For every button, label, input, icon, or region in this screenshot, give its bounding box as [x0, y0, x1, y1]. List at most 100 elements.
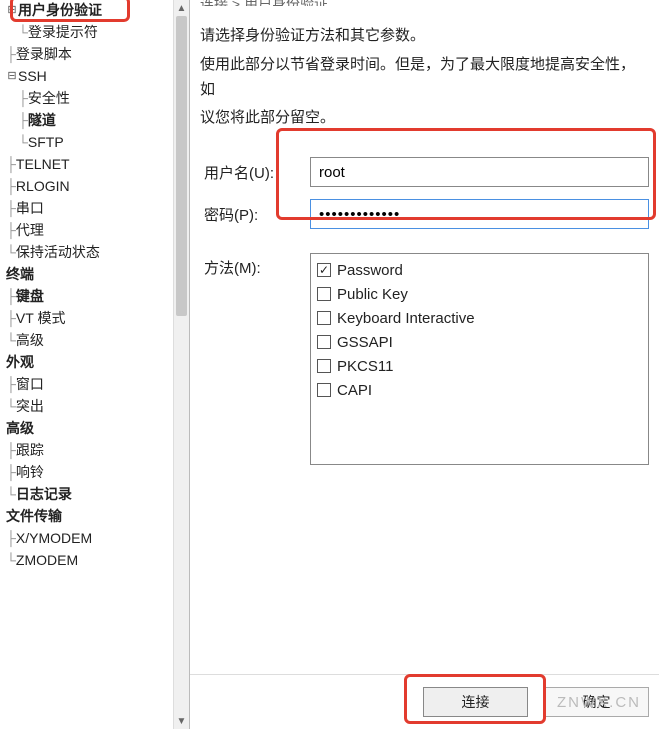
tree-label: RLOGIN [16, 176, 70, 198]
collapse-icon[interactable]: ⊟ [6, 2, 18, 19]
tree-item-zmodem[interactable]: └ ZMODEM [4, 550, 189, 572]
tree-branch-icon: ├ [6, 462, 14, 484]
tree-cat-file[interactable]: 文件传输 [4, 506, 189, 528]
tree-label: 代理 [16, 220, 44, 242]
tree-item-ssh-sftp[interactable]: └ SFTP [4, 132, 189, 154]
tree-label: 日志记录 [16, 484, 72, 506]
tree-item-ssh-tunnel[interactable]: ├ 隧道 [4, 110, 189, 132]
method-item-label: Keyboard Interactive [337, 310, 475, 327]
tree-label: TELNET [16, 154, 70, 176]
tree-label: 响铃 [16, 462, 44, 484]
tree-item-highlight[interactable]: └ 突出 [4, 396, 189, 418]
tree-item-auth[interactable]: ⊟ 用户身份验证 [4, 0, 189, 22]
tree-label: 高级 [6, 418, 34, 440]
ok-button[interactable]: 确定 [544, 687, 649, 717]
tree-label: 跟踪 [16, 440, 44, 462]
tree-label: X/YMODEM [16, 528, 92, 550]
tree-item-rlogin[interactable]: ├ RLOGIN [4, 176, 189, 198]
tree-item-ssh-security[interactable]: ├ 安全性 [4, 88, 189, 110]
tree-label: 隧道 [28, 110, 56, 132]
method-item-capi[interactable]: CAPI [317, 378, 642, 402]
tree-item-keyboard[interactable]: ├ 键盘 [4, 286, 189, 308]
checkbox-icon[interactable] [317, 335, 331, 349]
tree-item-auth-prompt[interactable]: └ 登录提示符 [4, 22, 189, 44]
password-label: 密码(P): [200, 204, 310, 225]
method-item-password[interactable]: ✓ Password [317, 258, 642, 282]
method-item-label: Public Key [337, 286, 408, 303]
tree-item-window[interactable]: ├ 窗口 [4, 374, 189, 396]
tree-item-term-advanced[interactable]: └ 高级 [4, 330, 189, 352]
tree-label: 突出 [16, 396, 44, 418]
scroll-down-icon[interactable]: ▼ [174, 713, 189, 729]
method-item-label: CAPI [337, 382, 372, 399]
method-item-pkcs11[interactable]: PKCS11 [317, 354, 642, 378]
tree-branch-icon: └ [18, 132, 26, 154]
checkbox-icon[interactable] [317, 383, 331, 397]
tree-cat-advanced[interactable]: 高级 [4, 418, 189, 440]
tree-item-keepalive[interactable]: └ 保持活动状态 [4, 242, 189, 264]
method-item-public-key[interactable]: Public Key [317, 282, 642, 306]
tree-branch-icon: ├ [6, 154, 14, 176]
method-item-gssapi[interactable]: GSSAPI [317, 330, 642, 354]
tree-branch-icon: └ [6, 242, 14, 264]
tree-cat-appearance[interactable]: 外观 [4, 352, 189, 374]
tree-branch-icon: ├ [6, 528, 14, 550]
tree-item-login-script[interactable]: ├ 登录脚本 [4, 44, 189, 66]
collapse-icon[interactable]: ⊟ [6, 68, 18, 85]
tree-item-vtmode[interactable]: ├ VT 模式 [4, 308, 189, 330]
scroll-track[interactable] [174, 16, 189, 713]
tree-branch-icon: ├ [6, 176, 14, 198]
tree-item-trace[interactable]: ├ 跟踪 [4, 440, 189, 462]
ok-button-label: 确定 [583, 692, 611, 712]
tree-label: 外观 [6, 352, 34, 374]
tree-label: 安全性 [28, 88, 70, 110]
tree-label: 登录脚本 [16, 44, 72, 66]
breadcrumb: 连接 > 用户身份验证 [200, 0, 649, 6]
tree-label: 文件传输 [6, 506, 62, 528]
tree-branch-icon: ├ [18, 110, 26, 132]
checkbox-icon[interactable] [317, 359, 331, 373]
button-bar: 连接 确定 [423, 687, 659, 717]
tree-branch-icon: ├ [6, 220, 14, 242]
sidebar-scrollbar[interactable]: ▲ ▼ [173, 0, 189, 729]
tree-item-serial[interactable]: ├ 串口 [4, 198, 189, 220]
scroll-thumb[interactable] [176, 16, 187, 316]
tree-item-bell[interactable]: ├ 响铃 [4, 462, 189, 484]
username-label: 用户名(U): [200, 162, 310, 183]
method-label: 方法(M): [200, 253, 310, 278]
tree-label: SSH [18, 66, 47, 88]
tree-item-xymodem[interactable]: ├ X/YMODEM [4, 528, 189, 550]
username-input[interactable] [310, 157, 649, 187]
connect-button[interactable]: 连接 [423, 687, 528, 717]
tree-branch-icon: ├ [6, 308, 14, 330]
checkbox-icon[interactable]: ✓ [317, 263, 331, 277]
tree-branch-icon: ├ [6, 286, 14, 308]
method-item-label: Password [337, 262, 403, 279]
tree-label: 高级 [16, 330, 44, 352]
scroll-up-icon[interactable]: ▲ [174, 0, 189, 16]
checkbox-icon[interactable] [317, 311, 331, 325]
tree-branch-icon: ├ [6, 374, 14, 396]
sidebar: ⊟ 用户身份验证 └ 登录提示符 ├ 登录脚本 ⊟ SSH ├ 安全性 ├ 隧道 [0, 0, 190, 729]
tree-item-ssh[interactable]: ⊟ SSH [4, 66, 189, 88]
tree-branch-icon: └ [6, 550, 14, 572]
method-row: 方法(M): ✓ Password Public Key Keyboard Inter… [200, 253, 649, 465]
tree-item-telnet[interactable]: ├ TELNET [4, 154, 189, 176]
tree-branch-icon: └ [6, 484, 14, 506]
tree-branch-icon: ├ [6, 440, 14, 462]
method-item-keyboard-interactive[interactable]: Keyboard Interactive [317, 306, 642, 330]
tree-item-proxy[interactable]: ├ 代理 [4, 220, 189, 242]
method-item-label: PKCS11 [337, 358, 393, 375]
checkbox-icon[interactable] [317, 287, 331, 301]
method-list[interactable]: ✓ Password Public Key Keyboard Interactive G… [310, 253, 649, 465]
tree-branch-icon: ├ [6, 44, 14, 66]
tree-cat-terminal[interactable]: 终端 [4, 264, 189, 286]
intro-line2b: 议您将此部分留空。 [200, 106, 649, 131]
tree-branch-icon: ├ [6, 198, 14, 220]
tree-branch-icon: └ [6, 330, 14, 352]
password-input[interactable] [310, 199, 649, 229]
tree-label: 终端 [6, 264, 34, 286]
category-tree: ⊟ 用户身份验证 └ 登录提示符 ├ 登录脚本 ⊟ SSH ├ 安全性 ├ 隧道 [0, 0, 189, 572]
tree-branch-icon: ├ [18, 88, 26, 110]
tree-item-logging[interactable]: └ 日志记录 [4, 484, 189, 506]
